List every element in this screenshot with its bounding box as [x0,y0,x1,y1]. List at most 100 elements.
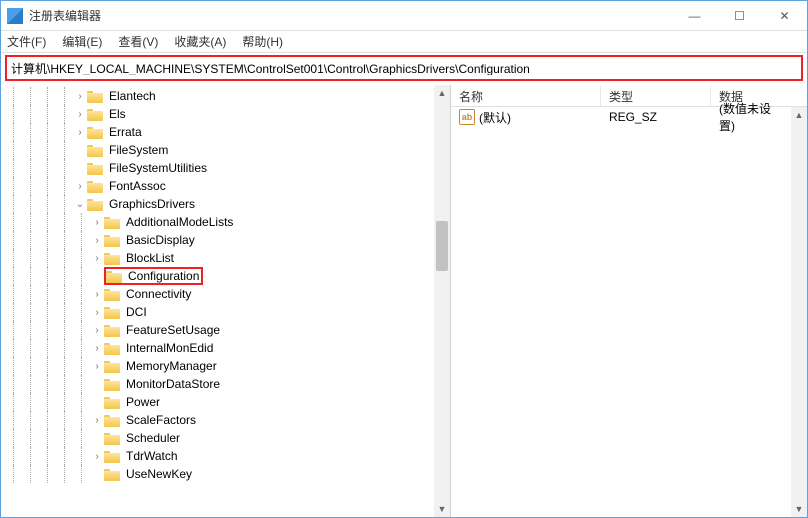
tree-item-label: GraphicsDrivers [107,197,197,211]
value-list[interactable]: ab(默认)REG_SZ(数值未设置) [451,107,791,517]
chevron-right-icon[interactable]: › [90,305,104,319]
tree-item[interactable]: › InternalMonEdid [5,339,434,357]
folder-icon [87,161,103,175]
chevron-right-icon[interactable]: › [90,413,104,427]
tree-item-label: Errata [107,125,144,139]
col-name[interactable]: 名称 [451,85,601,106]
tree-item-label: ScaleFactors [124,413,198,427]
folder-icon [104,287,120,301]
address-input[interactable] [11,61,797,75]
tree-item[interactable]: › AdditionalModeLists [5,213,434,231]
tree-item[interactable]: › MemoryManager [5,357,434,375]
tree-view[interactable]: ›Elantech›Els›ErrataFileSystemFileSystem… [1,85,434,517]
tree-item-label: DCI [124,305,149,319]
menu-favorites[interactable]: 收藏夹(A) [174,33,226,50]
value-data: (数值未设置) [711,100,791,134]
chevron-right-icon[interactable]: › [73,89,87,103]
folder-icon [106,269,122,283]
chevron-right-icon[interactable]: › [90,449,104,463]
tree-item[interactable]: › TdrWatch [5,447,434,465]
tree-item-label: FontAssoc [107,179,168,193]
scroll-thumb[interactable] [436,221,448,271]
tree-item[interactable]: ›BasicDisplay [5,231,434,249]
tree-scrollbar[interactable]: ▲ ▼ [434,85,450,517]
folder-icon [104,305,120,319]
folder-icon [87,143,103,157]
tree-item[interactable]: Scheduler [5,429,434,447]
chevron-right-icon[interactable]: › [90,341,104,355]
folder-icon [104,251,120,265]
chevron-right-icon[interactable]: › [90,233,104,247]
minimize-button[interactable]: — [672,1,717,31]
chevron-right-icon[interactable]: › [90,359,104,373]
scroll-down-icon[interactable]: ▼ [791,501,807,517]
tree-item[interactable]: › DCI [5,303,434,321]
tree-item-label: AdditionalModeLists [124,215,235,229]
folder-icon [87,107,103,121]
tree-item[interactable]: ›BlockList [5,249,434,267]
tree-item-label: InternalMonEdid [124,341,215,355]
menubar: 文件(F) 编辑(E) 查看(V) 收藏夹(A) 帮助(H) [1,31,807,53]
tree-item[interactable]: ›Els [5,105,434,123]
tree-item[interactable]: › ScaleFactors [5,411,434,429]
chevron-right-icon[interactable]: › [90,215,104,229]
scroll-up-icon[interactable]: ▲ [791,107,807,123]
address-bar [5,55,803,81]
tree-item[interactable]: ›FeatureSetUsage [5,321,434,339]
tree-item[interactable]: FileSystem [5,141,434,159]
folder-icon [87,197,103,211]
tree-item[interactable]: › FontAssoc [5,177,434,195]
value-type: REG_SZ [601,110,711,124]
tree-item-label: FileSystemUtilities [107,161,209,175]
tree-item-label: TdrWatch [124,449,180,463]
content-area: ›Elantech›Els›ErrataFileSystemFileSystem… [1,85,807,517]
tree-item[interactable]: MonitorDataStore [5,375,434,393]
value-row[interactable]: ab(默认)REG_SZ(数值未设置) [451,107,791,127]
folder-icon [87,179,103,193]
menu-view[interactable]: 查看(V) [118,33,158,50]
tree-item-label: Scheduler [124,431,182,445]
string-value-icon: ab [459,109,475,125]
value-pane: 名称 类型 数据 ab(默认)REG_SZ(数值未设置) ▲ ▼ [451,85,807,517]
folder-icon [87,89,103,103]
tree-item[interactable]: Power [5,393,434,411]
app-icon [7,8,23,24]
chevron-right-icon[interactable]: › [90,287,104,301]
value-name: (默认) [479,109,511,126]
chevron-right-icon[interactable]: › [90,251,104,265]
folder-icon [104,431,120,445]
tree-item[interactable]: FileSystemUtilities [5,159,434,177]
menu-edit[interactable]: 编辑(E) [62,33,102,50]
chevron-right-icon[interactable]: › [73,107,87,121]
value-scrollbar[interactable]: ▲ ▼ [791,107,807,517]
folder-icon [104,449,120,463]
scroll-down-icon[interactable]: ▼ [434,501,450,517]
scroll-up-icon[interactable]: ▲ [434,85,450,101]
tree-item[interactable]: Configuration [5,267,434,285]
chevron-down-icon[interactable]: ⌄ [73,197,87,211]
tree-item-label: Configuration [126,269,201,283]
close-button[interactable]: ✕ [762,1,807,31]
col-type[interactable]: 类型 [601,85,711,106]
menu-file[interactable]: 文件(F) [7,33,46,50]
tree-item[interactable]: UseNewKey [5,465,434,483]
tree-item-label: MonitorDataStore [124,377,222,391]
chevron-right-icon[interactable]: › [73,125,87,139]
tree-item-label: FileSystem [107,143,170,157]
tree-item-label: Elantech [107,89,158,103]
chevron-right-icon[interactable]: › [90,323,104,337]
folder-icon [104,359,120,373]
tree-item[interactable]: ›Connectivity [5,285,434,303]
tree-item[interactable]: › Errata [5,123,434,141]
tree-item-label: UseNewKey [124,467,194,481]
menu-help[interactable]: 帮助(H) [242,33,283,50]
tree-item-label: MemoryManager [124,359,219,373]
tree-item[interactable]: › Elantech [5,87,434,105]
chevron-right-icon[interactable]: › [73,179,87,193]
window: 注册表编辑器 — ☐ ✕ 文件(F) 编辑(E) 查看(V) 收藏夹(A) 帮助… [0,0,808,518]
folder-icon [104,323,120,337]
folder-icon [104,413,120,427]
maximize-button[interactable]: ☐ [717,1,762,31]
tree-item[interactable]: ⌄ GraphicsDrivers [5,195,434,213]
tree-pane: ›Elantech›Els›ErrataFileSystemFileSystem… [1,85,451,517]
